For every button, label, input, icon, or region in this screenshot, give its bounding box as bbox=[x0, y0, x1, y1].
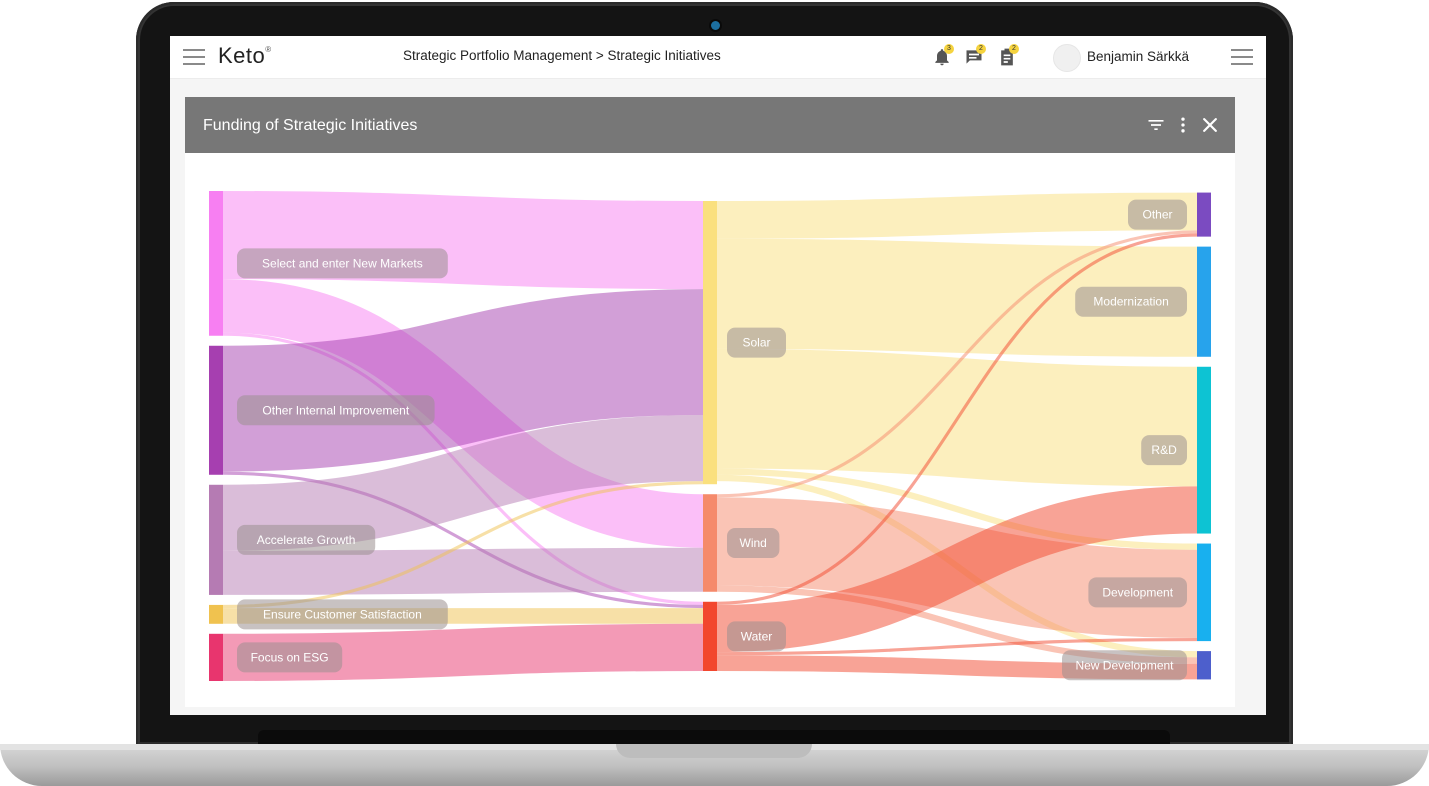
logo: Keto® bbox=[218, 43, 272, 69]
sankey-chart: Select and enter New Markets Other Intern… bbox=[209, 190, 1211, 682]
node-label: Water bbox=[727, 621, 786, 652]
node-label-text: Solar bbox=[742, 336, 770, 350]
top-bar: Keto® Strategic Portfolio Management > S… bbox=[170, 36, 1266, 79]
node-label-text: Modernization bbox=[1093, 295, 1168, 309]
node-label: Accelerate Growth bbox=[237, 524, 376, 555]
chat-icon[interactable]: 2 bbox=[964, 44, 986, 69]
node-label: Ensure Customer Satisfaction bbox=[237, 599, 448, 630]
node-label-text: Other Internal Improvement bbox=[262, 403, 409, 417]
sankey-node[interactable] bbox=[1197, 192, 1211, 237]
notification-badge: 3 bbox=[944, 44, 954, 54]
node-label: Select and enter New Markets bbox=[237, 248, 448, 279]
bell-icon[interactable]: 3 bbox=[932, 44, 954, 69]
funding-panel: Funding of Strategic Initiatives Select … bbox=[185, 97, 1235, 707]
sankey-node[interactable] bbox=[703, 494, 717, 592]
clipboard-icon[interactable]: 2 bbox=[997, 44, 1019, 69]
close-icon[interactable] bbox=[1200, 115, 1220, 135]
node-label: Solar bbox=[727, 327, 786, 358]
node-label: R&D bbox=[1141, 435, 1187, 466]
node-label: Wind bbox=[727, 527, 780, 558]
node-label-text: Focus on ESG bbox=[251, 650, 329, 664]
logo-mark: ® bbox=[265, 45, 272, 54]
node-label-text: Ensure Customer Satisfaction bbox=[263, 607, 422, 621]
node-label-text: Accelerate Growth bbox=[257, 533, 356, 547]
node-label: New Development bbox=[1062, 650, 1187, 681]
sankey-node[interactable] bbox=[1197, 543, 1211, 642]
sankey-node[interactable] bbox=[209, 191, 223, 336]
laptop-hinge bbox=[258, 730, 1170, 744]
node-label: Other Internal Improvement bbox=[237, 395, 435, 426]
node-label: Other bbox=[1128, 199, 1187, 230]
sankey-node[interactable] bbox=[1197, 366, 1211, 534]
sankey-node[interactable] bbox=[209, 345, 223, 475]
sankey-link[interactable] bbox=[222, 190, 704, 290]
webcam bbox=[711, 21, 720, 30]
menu-icon[interactable] bbox=[183, 49, 205, 65]
filter-icon[interactable] bbox=[1146, 115, 1166, 135]
notification-badge: 2 bbox=[1009, 44, 1019, 54]
node-label-text: Development bbox=[1102, 585, 1173, 599]
logo-text: Keto bbox=[218, 43, 266, 68]
laptop-notch bbox=[616, 744, 812, 758]
node-label-text: New Development bbox=[1075, 658, 1174, 672]
node-label-text: Water bbox=[741, 629, 773, 643]
notification-badge: 2 bbox=[976, 44, 986, 54]
sankey-link[interactable] bbox=[716, 192, 1198, 239]
username[interactable]: Benjamin Särkkä bbox=[1087, 49, 1189, 64]
node-label: Development bbox=[1088, 577, 1187, 608]
panel-title: Funding of Strategic Initiatives bbox=[203, 117, 418, 134]
sankey-node[interactable] bbox=[209, 633, 223, 681]
node-label-text: R&D bbox=[1151, 443, 1177, 457]
sankey-node[interactable] bbox=[703, 601, 717, 671]
sankey-node[interactable] bbox=[1197, 651, 1211, 680]
sankey-node[interactable] bbox=[703, 201, 717, 485]
node-label-text: Other bbox=[1142, 208, 1172, 222]
sankey-node[interactable] bbox=[209, 484, 223, 595]
node-label-text: Select and enter New Markets bbox=[262, 256, 423, 270]
breadcrumb[interactable]: Strategic Portfolio Management > Strateg… bbox=[403, 48, 721, 63]
app-screen: Keto® Strategic Portfolio Management > S… bbox=[170, 36, 1266, 715]
node-label: Focus on ESG bbox=[237, 642, 343, 673]
node-label-text: Wind bbox=[740, 536, 767, 550]
sankey-node[interactable] bbox=[209, 604, 223, 624]
side-menu-icon[interactable] bbox=[1231, 49, 1253, 65]
panel-header: Funding of Strategic Initiatives bbox=[185, 97, 1235, 153]
more-vert-icon[interactable] bbox=[1173, 115, 1193, 135]
avatar[interactable] bbox=[1053, 44, 1081, 72]
sankey-link[interactable] bbox=[222, 547, 704, 595]
node-label: Modernization bbox=[1075, 286, 1187, 317]
sankey-node[interactable] bbox=[1197, 246, 1211, 357]
